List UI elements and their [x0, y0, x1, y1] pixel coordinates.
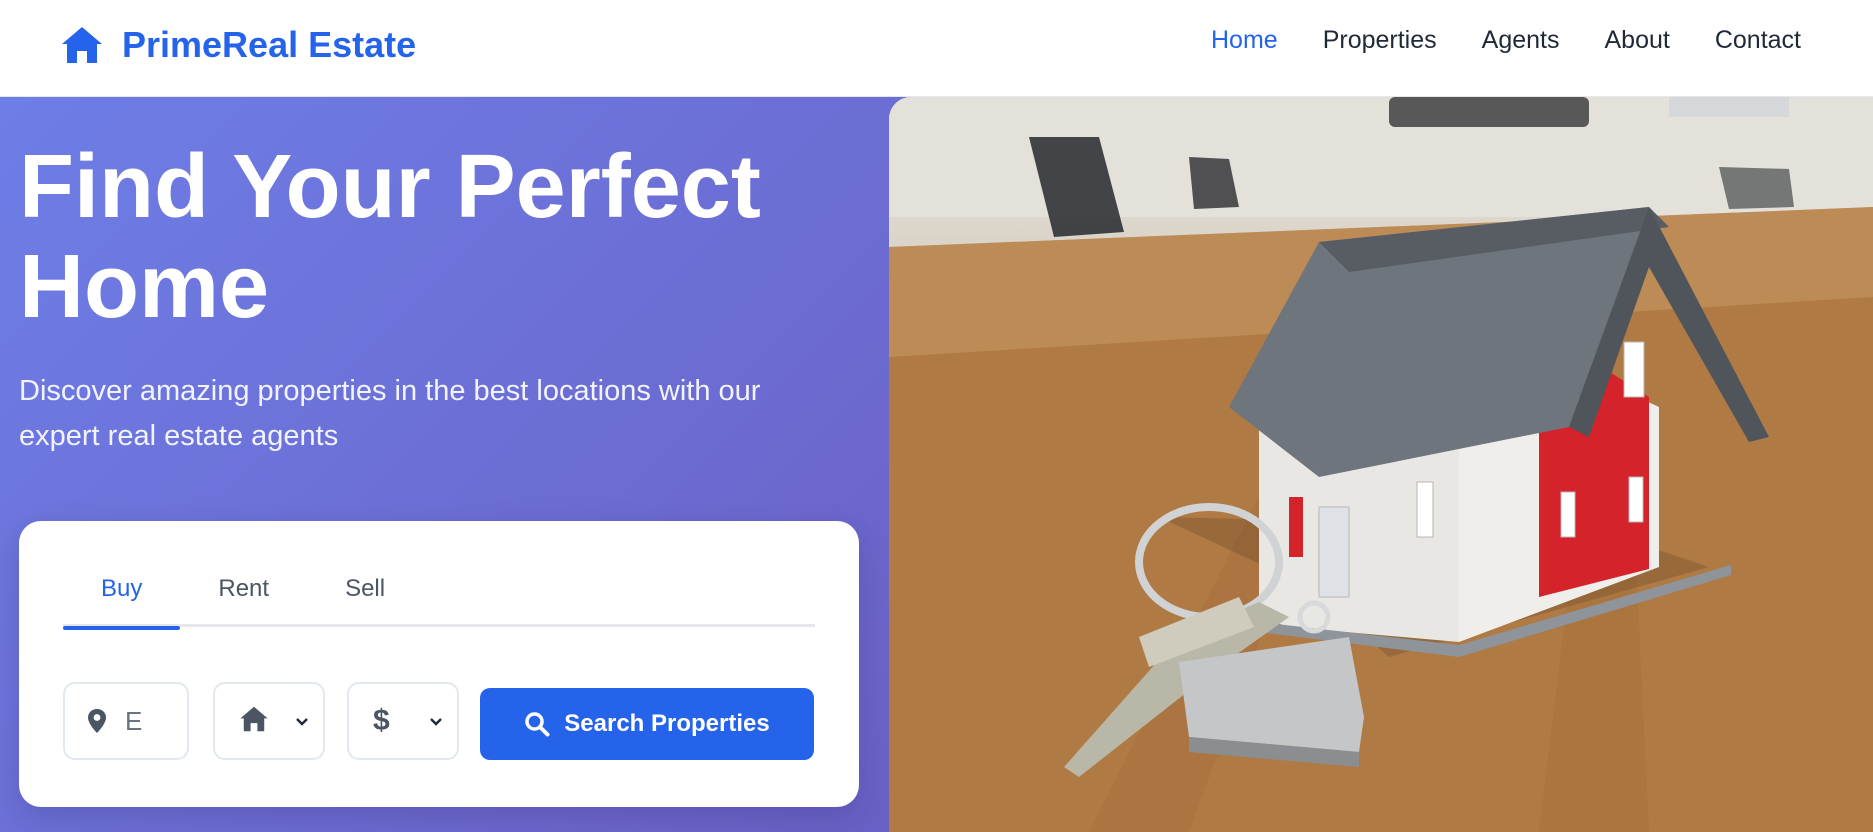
brand-name: PrimeReal Estate: [122, 24, 417, 65]
property-type-select[interactable]: [213, 682, 325, 760]
hero-subtitle: Discover amazing properties in the best …: [19, 375, 761, 452]
dollar-icon: $: [373, 704, 390, 737]
search-button-label: Search Properties: [564, 710, 770, 737]
home-icon: [239, 705, 269, 738]
site-header: PrimeReal Estate Home Properties Agents …: [0, 0, 1873, 97]
hero-title-line1: Find Your Perfect: [19, 137, 761, 237]
location-field[interactable]: [63, 682, 189, 760]
hero-title: Find Your Perfect Home: [19, 137, 879, 337]
map-pin-icon: [85, 708, 109, 734]
nav-link-home[interactable]: Home: [1211, 26, 1278, 55]
tab-sell[interactable]: Sell: [307, 571, 423, 627]
hero-section: Find Your Perfect Home Discover amazing …: [0, 97, 1873, 832]
search-tabs: Buy Rent Sell: [63, 571, 815, 630]
tab-rent[interactable]: Rent: [180, 571, 307, 627]
search-card: Buy Rent Sell $: [19, 521, 859, 807]
brand-logo[interactable]: PrimeReal Estate: [60, 22, 416, 68]
tab-buy[interactable]: Buy: [63, 571, 181, 630]
hero-title-line2: Home: [19, 237, 270, 337]
nav-link-contact[interactable]: Contact: [1715, 26, 1801, 55]
search-properties-button[interactable]: Search Properties: [480, 688, 814, 760]
chevron-down-icon: [429, 713, 443, 731]
location-input[interactable]: [125, 705, 185, 737]
main-nav: Home Properties Agents About Contact: [1211, 26, 1801, 55]
house-model-with-keys-photo: [889, 97, 1873, 832]
nav-link-properties[interactable]: Properties: [1323, 26, 1437, 55]
chevron-down-icon: [295, 713, 309, 731]
home-icon: [60, 25, 104, 65]
search-icon: [524, 711, 550, 737]
hero-photo-illustration: [889, 97, 1873, 832]
price-range-select[interactable]: $: [347, 682, 459, 760]
nav-link-agents[interactable]: Agents: [1482, 26, 1560, 55]
nav-link-about[interactable]: About: [1604, 26, 1669, 55]
